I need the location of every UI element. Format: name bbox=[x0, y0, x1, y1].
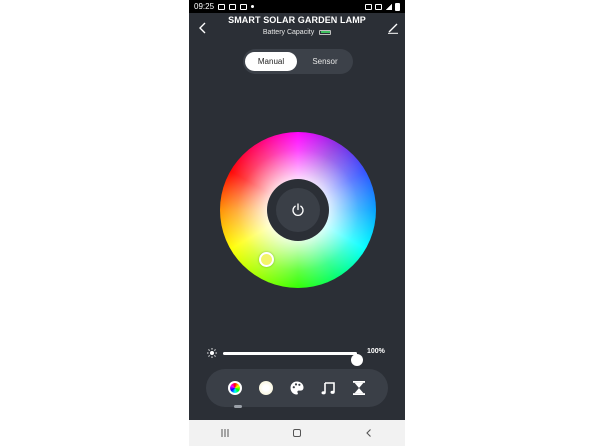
music-note-icon bbox=[321, 382, 335, 395]
recent-apps-icon bbox=[221, 429, 229, 437]
music-mode-button[interactable] bbox=[318, 378, 338, 398]
scene-mode-button[interactable] bbox=[287, 378, 307, 398]
sun-icon bbox=[207, 348, 217, 358]
home-button[interactable] bbox=[287, 425, 307, 441]
color-wheel-area bbox=[220, 132, 376, 288]
back-arrow-icon bbox=[366, 429, 371, 437]
battery-capacity: Battery Capacity bbox=[189, 29, 405, 36]
image-notification-icon bbox=[218, 3, 226, 10]
app-header: SMART SOLAR GARDEN LAMP Battery Capacity bbox=[189, 13, 405, 43]
recent-apps-button[interactable] bbox=[215, 425, 235, 441]
brightness-value: 100% bbox=[367, 348, 385, 355]
mode-bar bbox=[206, 369, 388, 407]
timer-mode-button[interactable] bbox=[349, 378, 369, 398]
white-light-icon bbox=[259, 381, 274, 395]
color-mode-button[interactable] bbox=[225, 378, 245, 398]
more-notifications-icon bbox=[251, 5, 255, 8]
youtube-notification-icon bbox=[240, 3, 248, 10]
palette-icon bbox=[290, 381, 304, 395]
battery-status-icon bbox=[395, 2, 400, 11]
system-back-button[interactable] bbox=[359, 425, 379, 441]
color-picker-handle[interactable] bbox=[259, 252, 274, 267]
hourglass-icon bbox=[352, 381, 365, 395]
brightness-slider-fill bbox=[223, 352, 357, 355]
mode-toggle: Manual Sensor bbox=[243, 49, 353, 74]
battery-capacity-label: Battery Capacity bbox=[262, 29, 315, 36]
edit-button[interactable] bbox=[385, 20, 401, 36]
brightness-control: 100% bbox=[207, 345, 397, 366]
android-nav-bar bbox=[189, 420, 405, 446]
settings-notification-icon bbox=[229, 3, 237, 10]
home-icon bbox=[293, 429, 301, 437]
status-bar: 09:25 bbox=[189, 0, 405, 13]
battery-level-fill bbox=[320, 31, 330, 34]
battery-icon bbox=[319, 29, 332, 35]
brightness-slider-thumb[interactable] bbox=[351, 354, 363, 366]
page-indicator bbox=[234, 405, 242, 408]
white-mode-button[interactable] bbox=[256, 378, 276, 398]
power-icon bbox=[292, 203, 304, 216]
color-wheel-icon bbox=[228, 381, 243, 395]
tab-manual[interactable]: Manual bbox=[245, 52, 297, 71]
signal-icon bbox=[385, 3, 392, 10]
status-time: 09:25 bbox=[194, 2, 215, 11]
app-screen: 09:25 SMART SOLAR GARDEN LAMP Battery Ca… bbox=[189, 0, 405, 446]
brightness-slider[interactable] bbox=[223, 352, 363, 366]
power-button[interactable] bbox=[276, 188, 320, 232]
power-ring bbox=[267, 179, 329, 241]
tab-sensor[interactable]: Sensor bbox=[299, 52, 351, 71]
pencil-icon bbox=[388, 23, 398, 34]
wifi-icon bbox=[375, 3, 382, 10]
mute-icon bbox=[365, 3, 372, 10]
device-title: SMART SOLAR GARDEN LAMP bbox=[228, 15, 366, 25]
